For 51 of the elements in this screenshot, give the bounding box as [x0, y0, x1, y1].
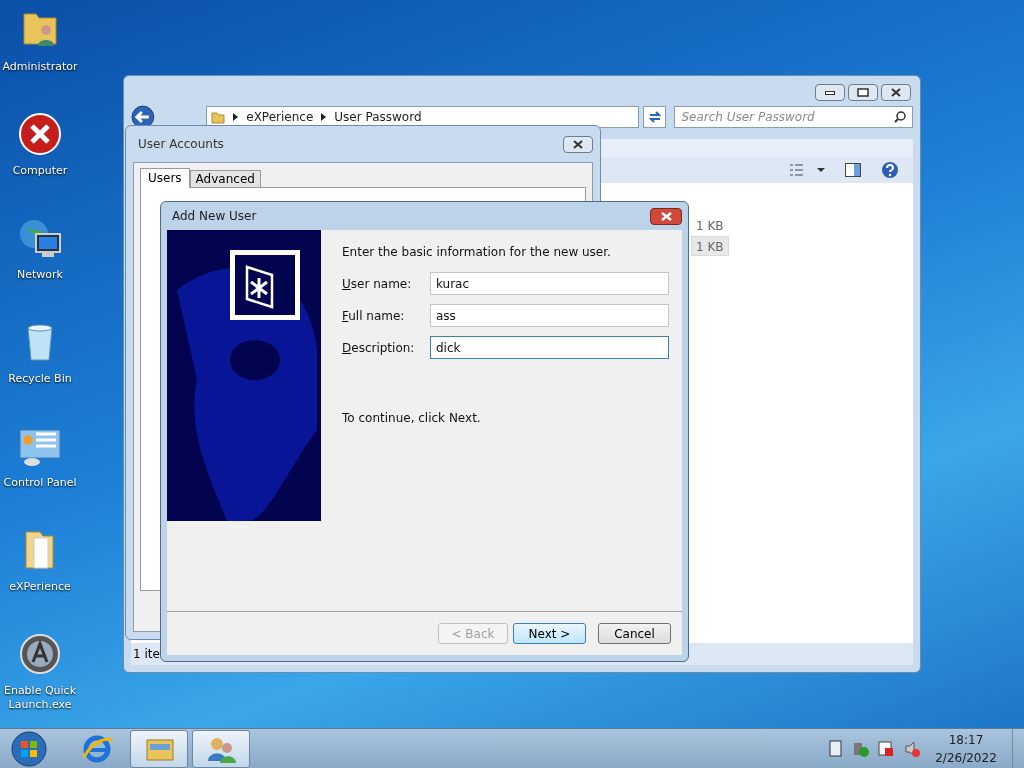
window-title: User Accounts — [138, 136, 224, 153]
status-text: 1 ite — [133, 646, 160, 663]
breadcrumb-item[interactable]: eXPerience — [246, 108, 314, 126]
clock-time[interactable]: 18:17 — [948, 730, 984, 749]
view-icon[interactable] — [789, 163, 825, 177]
icon-label[interactable]: Control Panel — [2, 476, 78, 490]
window-title: Add New User — [172, 208, 257, 225]
preview-pane-icon[interactable] — [845, 163, 861, 177]
taskbar-button[interactable] — [130, 729, 188, 768]
chevron-icon[interactable] — [321, 113, 327, 121]
file-size: 1 KB — [695, 218, 725, 235]
clock-date[interactable]: 2/26/2022 — [935, 748, 997, 767]
breadcrumb-item[interactable]: User Password — [334, 108, 422, 126]
chevron-icon[interactable] — [233, 113, 239, 121]
start-button[interactable] — [10, 729, 48, 768]
taskbar-button[interactable] — [192, 729, 250, 768]
text-field[interactable]: kurac — [430, 272, 669, 295]
close-button[interactable] — [563, 135, 593, 153]
dialog-button[interactable]: Next > — [513, 623, 586, 644]
close-button[interactable] — [650, 207, 682, 225]
search-field[interactable]: Search User Password — [674, 106, 913, 128]
icon-label[interactable]: Administrator — [1, 60, 79, 74]
instruction-text: To continue, click Next. — [342, 410, 482, 427]
close-icon — [891, 88, 901, 97]
icon-label[interactable]: eXPerience — [8, 580, 72, 594]
help-icon[interactable] — [881, 161, 899, 179]
field-label: Full name: — [342, 307, 406, 325]
icon-label[interactable]: Computer — [11, 164, 69, 178]
error-icon[interactable] — [16, 110, 64, 158]
restore-icon — [857, 88, 869, 97]
address-bar[interactable]: eXPerience User Password — [206, 106, 639, 128]
text-field[interactable]: ass — [430, 304, 669, 327]
maximize-button[interactable] — [848, 84, 878, 101]
close-icon — [660, 211, 672, 221]
refresh-button[interactable] — [642, 106, 667, 128]
search-icon — [894, 111, 906, 123]
minimize-icon — [825, 90, 835, 95]
dialog-button[interactable]: Cancel — [598, 623, 671, 644]
close-button[interactable] — [881, 84, 911, 101]
refresh-icon — [647, 111, 662, 123]
file-size: 1 KB — [691, 236, 729, 256]
icon-label[interactable]: Recycle Bin — [7, 372, 73, 386]
intro-text: Enter the basic information for the new user. — [342, 244, 612, 261]
field-label: User name: — [342, 275, 413, 293]
icon-label[interactable]: Network — [16, 268, 64, 282]
close-icon — [573, 139, 583, 149]
field-label: Description: — [342, 339, 416, 357]
tab[interactable]: Users — [140, 168, 190, 188]
minimize-button[interactable] — [815, 84, 845, 101]
text-field[interactable]: dick — [430, 336, 669, 359]
tab[interactable]: Advanced — [189, 170, 261, 187]
